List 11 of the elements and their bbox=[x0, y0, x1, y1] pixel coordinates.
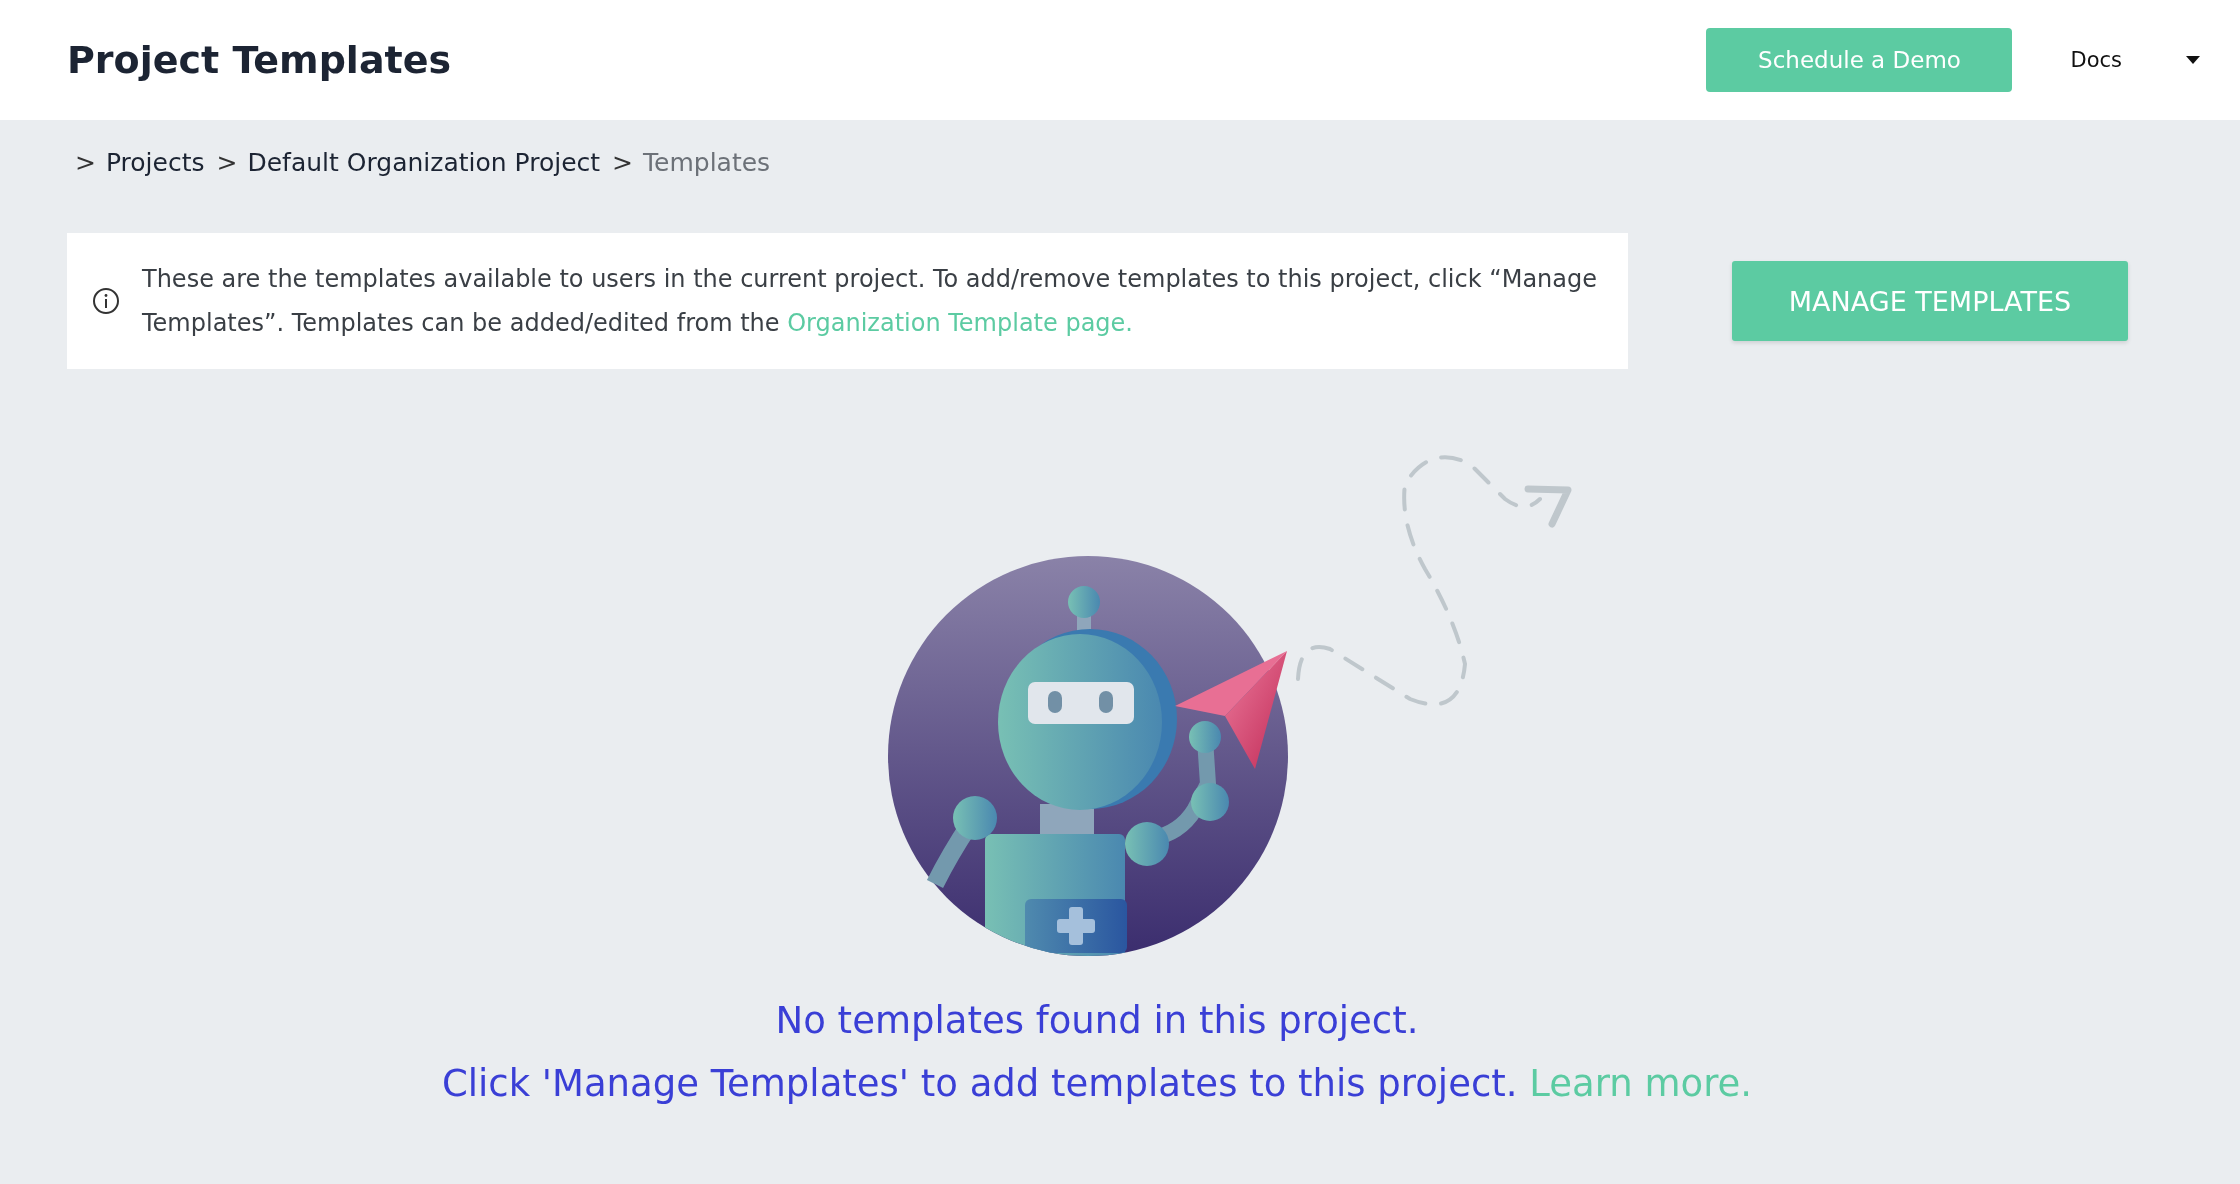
info-text: These are the templates available to users in the current project. To add/remove templates to this project, click “Manage Templates”. Templates can be added/edited from the Organization Template page. bbox=[142, 264, 1598, 339]
empty-state-message: Click 'Manage Templates' to add templates to this project. Learn more. bbox=[440, 1062, 1754, 1105]
empty-state-title: No templates found in this project. bbox=[774, 999, 1420, 1042]
breadcrumb-separator: > bbox=[75, 147, 96, 177]
breadcrumb-link[interactable]: Templates bbox=[643, 147, 771, 177]
breadcrumb-separator: > bbox=[612, 147, 634, 177]
docs-link[interactable]: Docs bbox=[2070, 48, 2122, 72]
breadcrumb-link[interactable]: Projects bbox=[105, 147, 205, 177]
page-title: Project Templates bbox=[67, 38, 452, 82]
breadcrumb-separator: > bbox=[216, 147, 238, 177]
breadcrumb-link[interactable]: Default Organization Project bbox=[247, 147, 601, 177]
